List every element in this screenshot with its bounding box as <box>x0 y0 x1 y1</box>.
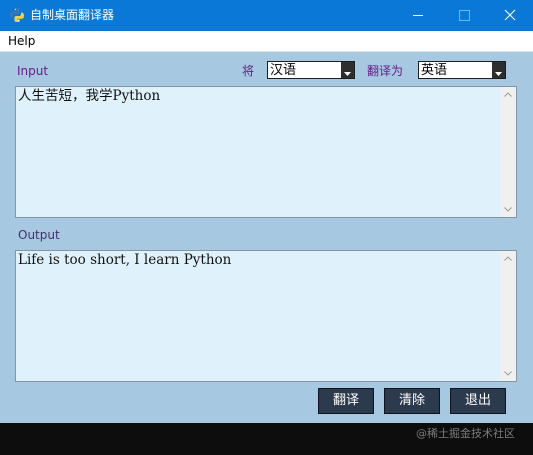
title-bar[interactable]: 自制桌面翻译器 <box>0 0 533 31</box>
source-language-value: 汉语 <box>270 63 297 78</box>
maximize-icon <box>459 10 470 21</box>
window-title: 自制桌面翻译器 <box>30 8 115 22</box>
translate-button[interactable]: 翻译 <box>318 388 374 414</box>
input-label: Input <box>17 64 49 78</box>
input-textbox[interactable]: 人生苦短，我学Python <box>15 86 517 218</box>
close-icon <box>504 9 516 21</box>
maximize-button <box>441 0 487 31</box>
from-label: 将 <box>242 64 255 78</box>
watermark: @稀土掘金技术社区 <box>416 427 515 440</box>
input-text: 人生苦短，我学Python <box>18 88 161 104</box>
python-logo-icon <box>10 8 24 22</box>
source-language-select[interactable]: 汉语 <box>267 61 355 79</box>
target-dropdown-button[interactable] <box>492 62 505 78</box>
app-window: 自制桌面翻译器 Help Input 将 汉语 翻译为 英语 人生苦短，我学Py… <box>0 0 533 423</box>
scroll-down-icon[interactable] <box>504 371 512 376</box>
chevron-down-icon <box>344 72 351 76</box>
scroll-up-icon[interactable] <box>504 256 512 261</box>
close-button[interactable] <box>487 0 533 31</box>
clear-button[interactable]: 清除 <box>384 388 440 414</box>
scroll-up-icon[interactable] <box>504 92 512 97</box>
scroll-down-icon[interactable] <box>504 207 512 212</box>
source-dropdown-button[interactable] <box>341 62 354 78</box>
output-textbox[interactable]: Life is too short, I learn Python <box>15 250 517 382</box>
target-language-value: 英语 <box>421 63 448 78</box>
target-language-select[interactable]: 英语 <box>418 61 506 79</box>
minimize-button[interactable] <box>395 0 441 31</box>
input-scrollbar[interactable] <box>500 87 516 217</box>
output-scrollbar[interactable] <box>500 251 516 381</box>
output-label: Output <box>18 228 60 242</box>
chevron-down-icon <box>495 72 502 76</box>
menu-bar: Help <box>0 31 533 52</box>
quit-button[interactable]: 退出 <box>450 388 506 414</box>
output-text: Life is too short, I learn Python <box>18 252 232 268</box>
to-label: 翻译为 <box>367 64 404 78</box>
minimize-icon <box>413 15 423 16</box>
menu-help[interactable]: Help <box>8 34 35 48</box>
